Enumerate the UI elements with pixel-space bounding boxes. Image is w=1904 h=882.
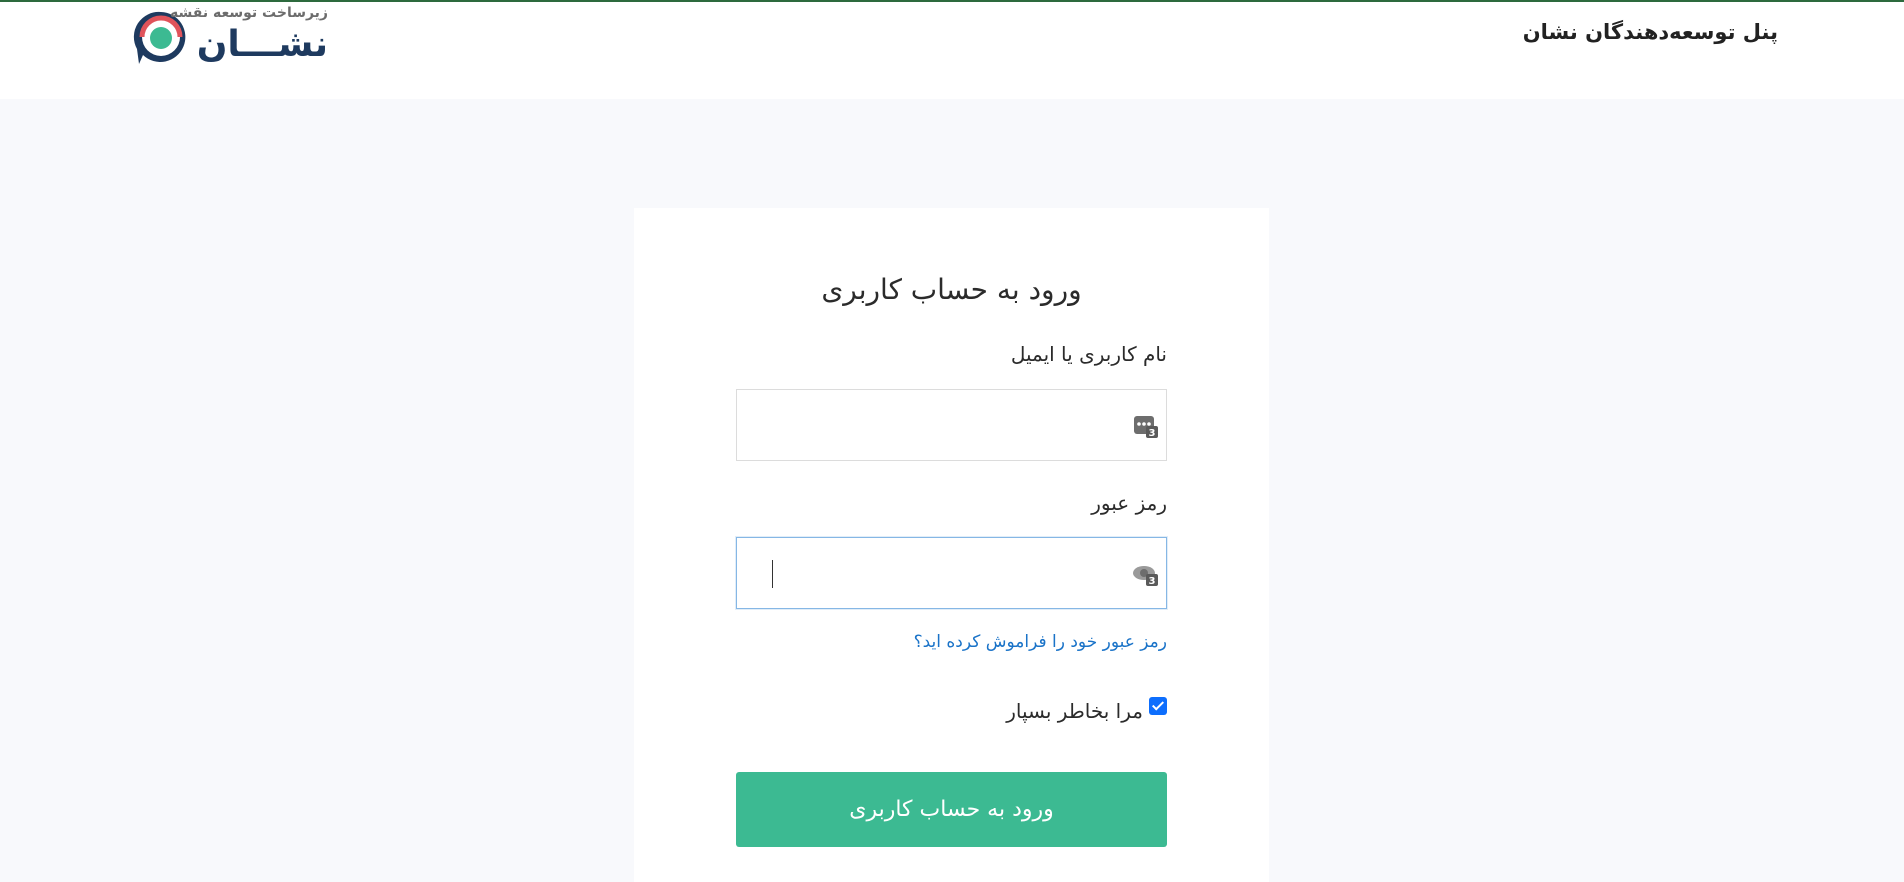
login-card: ورود به حساب کاربری نام کاربری یا ایمیل … (634, 208, 1269, 882)
login-title: ورود به حساب کاربری (821, 273, 1082, 306)
password-input[interactable] (737, 538, 1166, 608)
login-submit-button[interactable]: ورود به حساب کاربری (736, 772, 1167, 847)
password-manager-icon[interactable]: 3 (1132, 412, 1160, 440)
extension-badge-2: 3 (1149, 576, 1156, 587)
forgot-password-link[interactable]: رمز عبور خود را فراموش کرده اید؟ (914, 632, 1167, 652)
panel-title: پنل توسعه‌دهندگان نشان (1522, 20, 1778, 44)
logo-tagline: زیرساخت توسعه نقشه (170, 5, 328, 21)
password-field-wrapper: 3 (736, 537, 1167, 609)
username-input[interactable] (737, 390, 1166, 460)
password-label: رمز عبور (1091, 491, 1167, 515)
username-label: نام کاربری یا ایمیل (1010, 342, 1167, 366)
username-field-wrapper: 3 (736, 389, 1167, 461)
top-navbar: زیرساخت توسعه نقشه نشـــان پنل توسعه‌دهن… (0, 0, 1904, 99)
text-caret (772, 560, 773, 588)
remember-label: مرا بخاطر بسپار (1006, 699, 1143, 723)
extension-badge: 3 (1149, 428, 1156, 439)
neshan-logo[interactable]: زیرساخت توسعه نقشه نشـــان (133, 5, 328, 67)
password-generator-icon[interactable]: 3 (1132, 560, 1160, 588)
remember-checkbox[interactable] (1149, 697, 1167, 715)
remember-me[interactable]: مرا بخاطر بسپار (1006, 695, 1167, 723)
logo-name: نشـــان (196, 24, 328, 65)
